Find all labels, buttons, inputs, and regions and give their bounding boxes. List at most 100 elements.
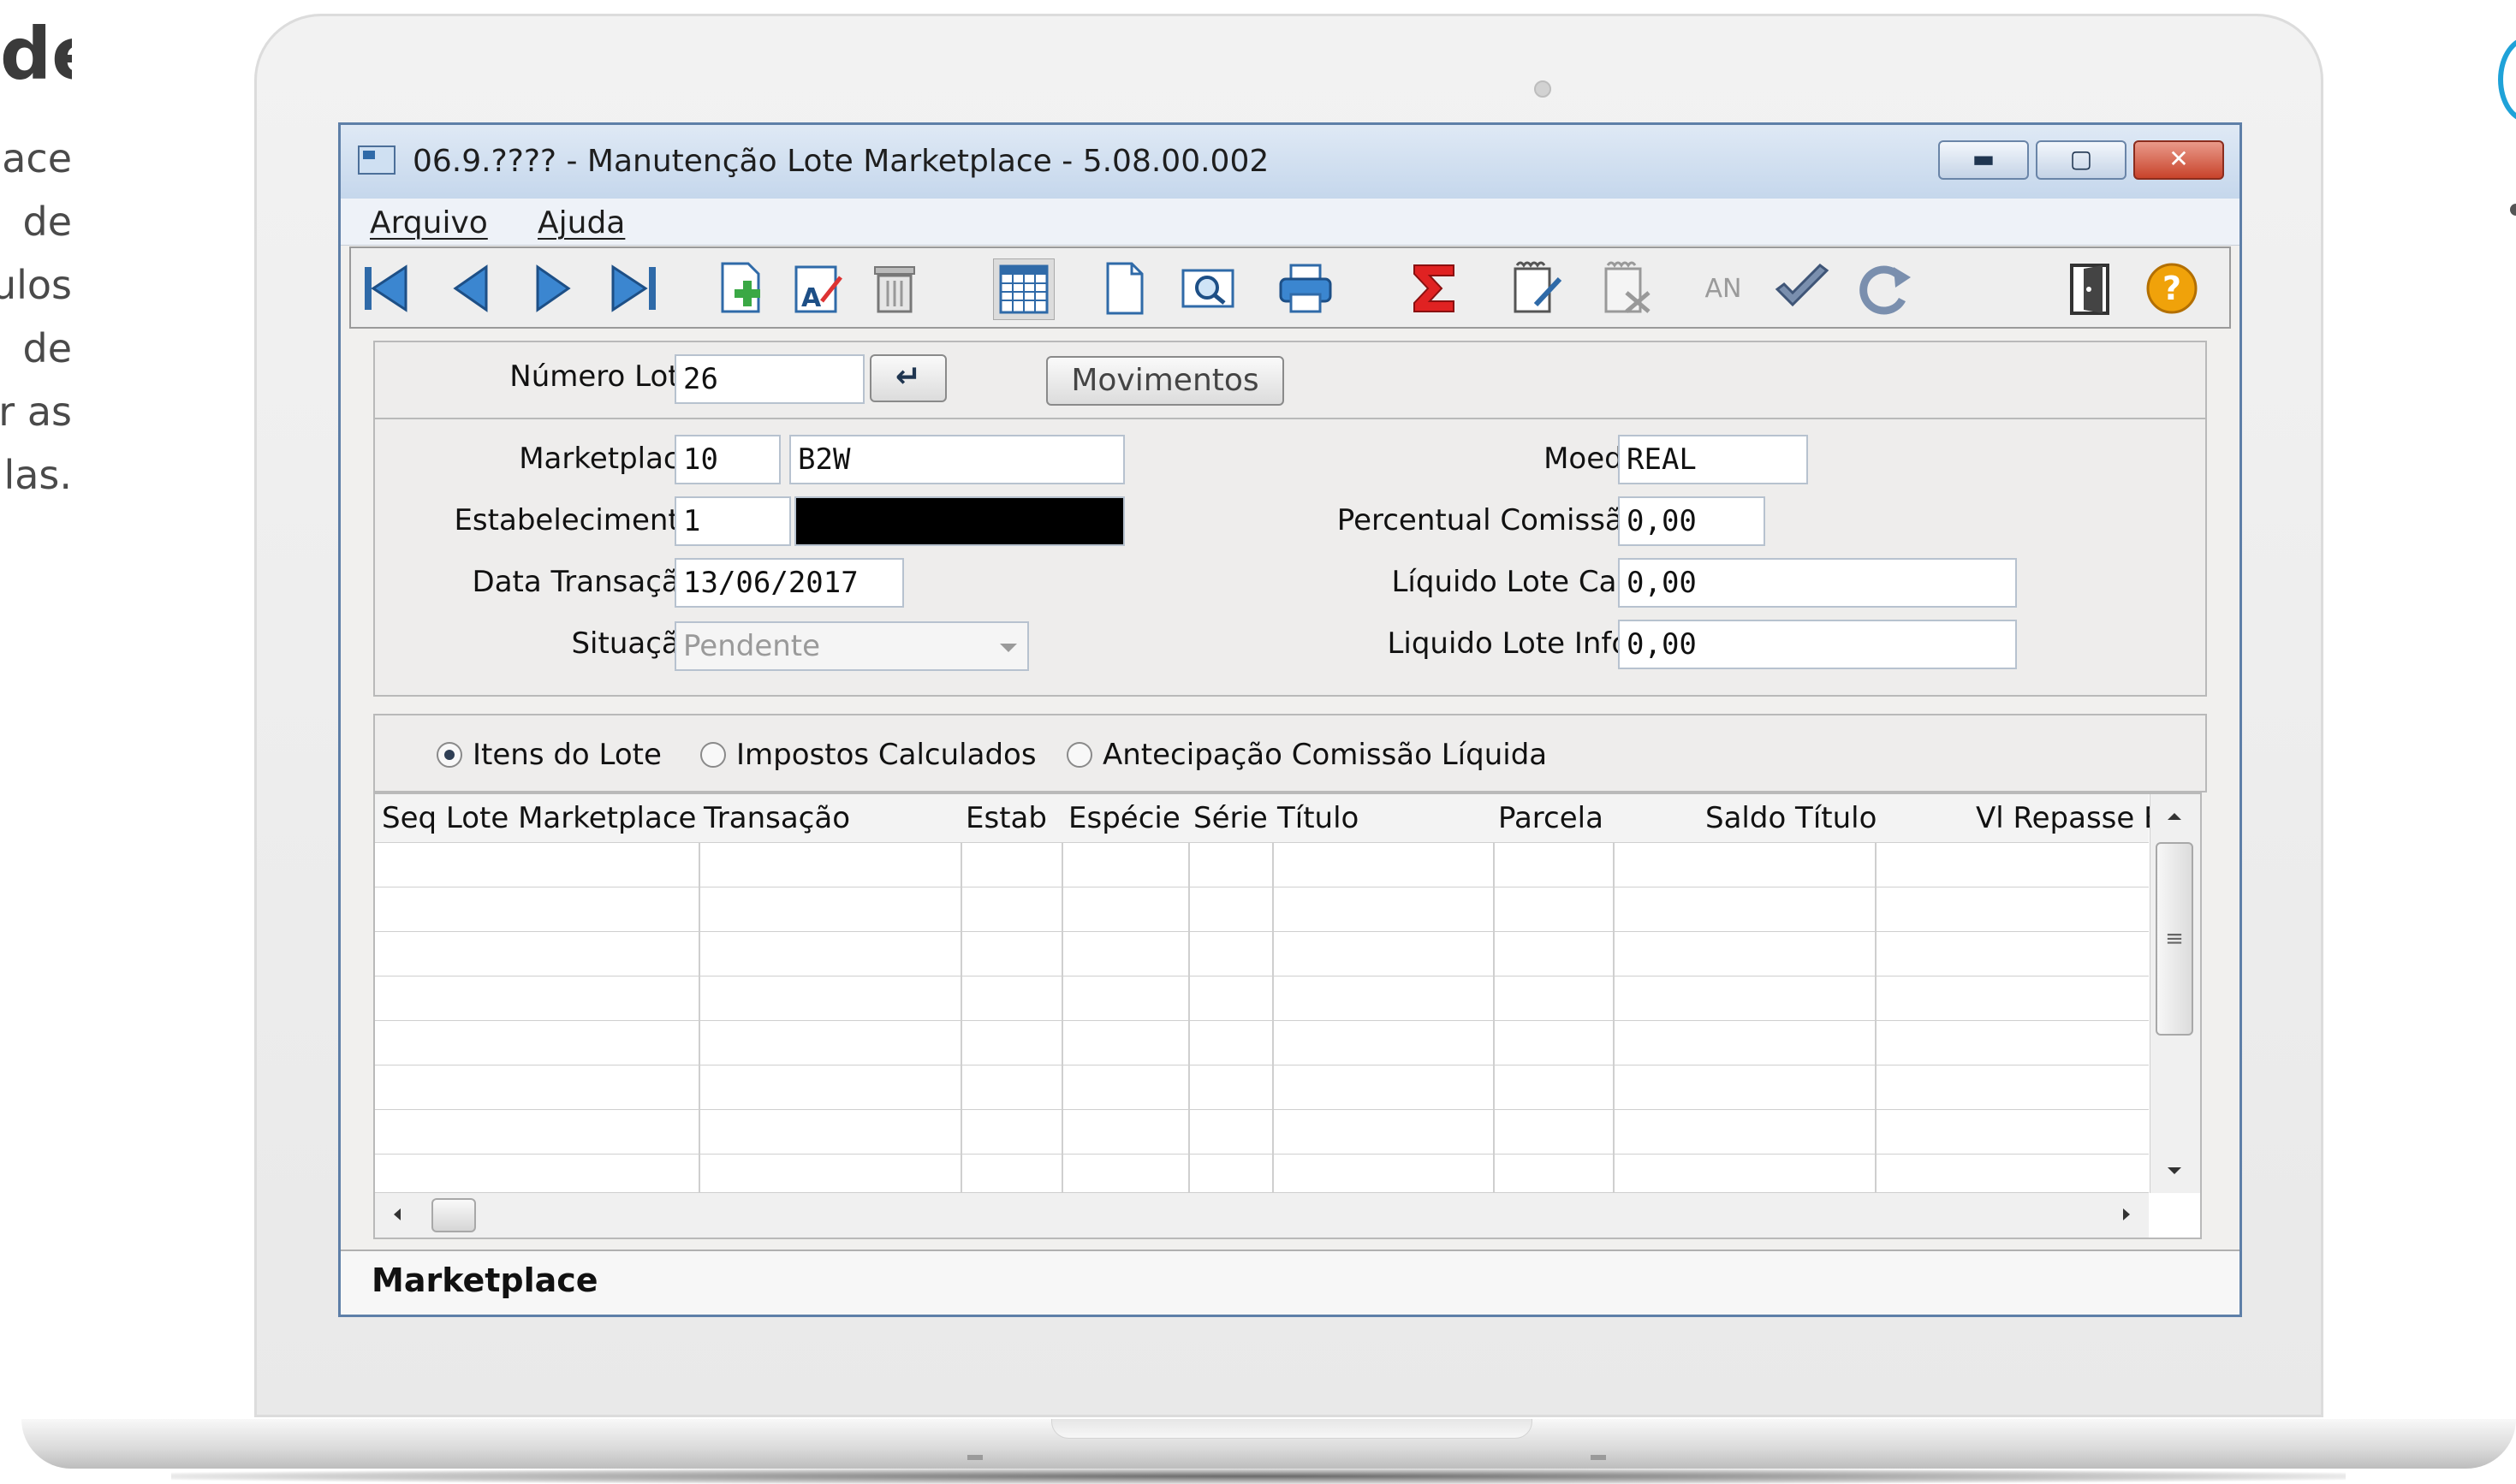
menu-arquivo[interactable]: Arquivo [370, 205, 488, 240]
horizontal-scroll-thumb[interactable] [431, 1198, 476, 1232]
laptop-foot [967, 1455, 983, 1460]
tab-antecipacao-comissao[interactable]: Antecipação Comissão Líquida [1067, 738, 1547, 772]
table-row[interactable] [375, 931, 2149, 932]
column-header-parcela[interactable]: Parcela [1498, 801, 1603, 835]
liquido-calc-label: Líquido Lote Calc: [1391, 565, 1651, 599]
radio-selected-icon [437, 742, 462, 768]
toolbar: A AN ? [349, 246, 2231, 329]
edit-icon[interactable]: A [788, 258, 848, 318]
column-header-titulo[interactable]: Título [1277, 801, 1359, 835]
refresh-icon[interactable] [1854, 258, 1914, 318]
moeda-field[interactable]: REAL [1618, 435, 1808, 484]
percentual-comissao-label: Percentual Comissão: [1336, 503, 1651, 537]
movimentos-button[interactable]: Movimentos [1046, 356, 1284, 406]
window-title: 06.9.???? - Manutenção Lote Marketplace … [413, 144, 1270, 179]
print-icon[interactable] [1276, 258, 1335, 318]
calendar-icon[interactable] [993, 258, 1055, 320]
svg-text:A: A [801, 283, 822, 313]
sum-icon[interactable] [1404, 258, 1464, 318]
notes-disabled-icon[interactable] [1597, 258, 1657, 318]
previous-record-icon[interactable] [442, 258, 502, 318]
new-document-icon[interactable] [1094, 258, 1154, 318]
title-bar[interactable]: 06.9.???? - Manutenção Lote Marketplace … [341, 125, 2239, 199]
marketplace-name-field[interactable]: B2W [789, 435, 1125, 484]
tab-impostos-calculados[interactable]: Impostos Calculados [700, 738, 1037, 772]
slide-line: de [22, 199, 73, 245]
column-header-serie[interactable]: Série [1193, 801, 1268, 835]
laptop-foot [1591, 1455, 1606, 1460]
maximize-button[interactable]: ▢ [2036, 140, 2126, 180]
grid-divider [1188, 842, 1190, 1193]
estabelecimento-name-field[interactable] [794, 496, 1125, 546]
table-row[interactable] [375, 1065, 2149, 1066]
slide-line: de [22, 325, 73, 371]
tab-label: Impostos Calculados [736, 738, 1037, 772]
column-header-transacao[interactable]: Transação [704, 801, 850, 835]
table-row[interactable] [375, 1154, 2149, 1155]
preview-icon[interactable] [1178, 258, 1238, 318]
slide-line: las. [3, 452, 72, 498]
slide-line: ace [2, 135, 72, 181]
estabelecimento-label: Estabelecimento: [454, 503, 707, 537]
column-header-especie[interactable]: Espécie [1068, 801, 1181, 835]
column-header-estab[interactable]: Estab [966, 801, 1047, 835]
radio-icon [1067, 742, 1092, 768]
vertical-scroll-thumb[interactable]: ≡ [2156, 842, 2193, 1036]
confirm-check-icon[interactable] [1772, 258, 1832, 318]
camera-icon [1534, 80, 1551, 98]
app-window: 06.9.???? - Manutenção Lote Marketplace … [338, 122, 2242, 1317]
menu-bar: Arquivo Ajuda [341, 199, 2239, 246]
items-grid[interactable]: Seq Lote Marketplace Transação Estab Esp… [373, 792, 2202, 1239]
grid-divider [1062, 842, 1063, 1193]
table-row[interactable] [375, 1109, 2149, 1110]
info-circle-icon [2498, 36, 2516, 123]
bullet-dot-icon [2510, 204, 2516, 216]
scroll-down-icon[interactable] [2168, 1167, 2181, 1174]
app-window-icon [358, 145, 396, 175]
exit-door-icon[interactable] [2060, 258, 2120, 318]
add-icon[interactable] [711, 258, 770, 318]
svg-text:?: ? [2162, 270, 2181, 307]
situacao-select[interactable]: Pendente [675, 621, 1029, 671]
radio-icon [700, 742, 726, 768]
column-header-saldo-titulo[interactable]: Saldo Título [1705, 801, 1877, 835]
laptop-shadow [171, 1469, 2346, 1484]
horizontal-scrollbar[interactable] [375, 1192, 2149, 1238]
close-button[interactable]: ✕ [2133, 140, 2224, 180]
percentual-comissao-field[interactable]: 0,00 [1618, 496, 1765, 546]
marketplace-code-field[interactable]: 10 [675, 435, 781, 484]
next-record-icon[interactable] [522, 258, 582, 318]
lote-details-panel: Marketplace: 10 B2W Estabelecimento: 1 D… [373, 418, 2207, 697]
last-record-icon[interactable] [604, 258, 664, 318]
liquido-infor-label: Liquido Lote Infor: [1387, 626, 1651, 661]
scroll-up-icon[interactable] [2168, 813, 2181, 820]
column-header-seq-lote[interactable]: Seq Lote Marketplace [382, 801, 696, 835]
column-header-vl-repasse[interactable]: Vl Repasse B [1976, 801, 2163, 835]
menu-ajuda[interactable]: Ajuda [538, 205, 625, 240]
numero-lote-input[interactable]: 26 [675, 354, 865, 404]
vertical-scrollbar[interactable]: ≡ [2150, 794, 2200, 1193]
enter-button[interactable]: ↵ [870, 354, 947, 402]
scroll-right-icon[interactable] [2123, 1208, 2130, 1220]
grid-divider [699, 842, 700, 1193]
notes-icon[interactable] [1507, 258, 1567, 318]
minimize-button[interactable]: ▬ [1938, 140, 2029, 180]
grid-divider [961, 842, 962, 1193]
status-text: Marketplace [372, 1261, 598, 1299]
scroll-left-icon[interactable] [394, 1208, 401, 1220]
slide-line: ulos [0, 262, 72, 308]
table-row[interactable] [375, 1020, 2149, 1021]
delete-icon[interactable] [865, 258, 925, 318]
liquido-infor-field[interactable]: 0,00 [1618, 620, 2017, 669]
situacao-value: Pendente [683, 629, 821, 663]
liquido-calc-field[interactable]: 0,00 [1618, 558, 2017, 608]
grid-divider [1493, 842, 1495, 1193]
tab-itens-do-lote[interactable]: Itens do Lote [437, 738, 662, 772]
help-icon[interactable]: ? [2142, 258, 2202, 318]
an-icon[interactable]: AN [1693, 258, 1753, 318]
data-transacao-field[interactable]: 13/06/2017 [675, 558, 904, 608]
first-record-icon[interactable] [356, 258, 416, 318]
grid-divider [1875, 842, 1877, 1193]
laptop-notch [1051, 1419, 1532, 1439]
estabelecimento-code-field[interactable]: 1 [675, 496, 791, 546]
